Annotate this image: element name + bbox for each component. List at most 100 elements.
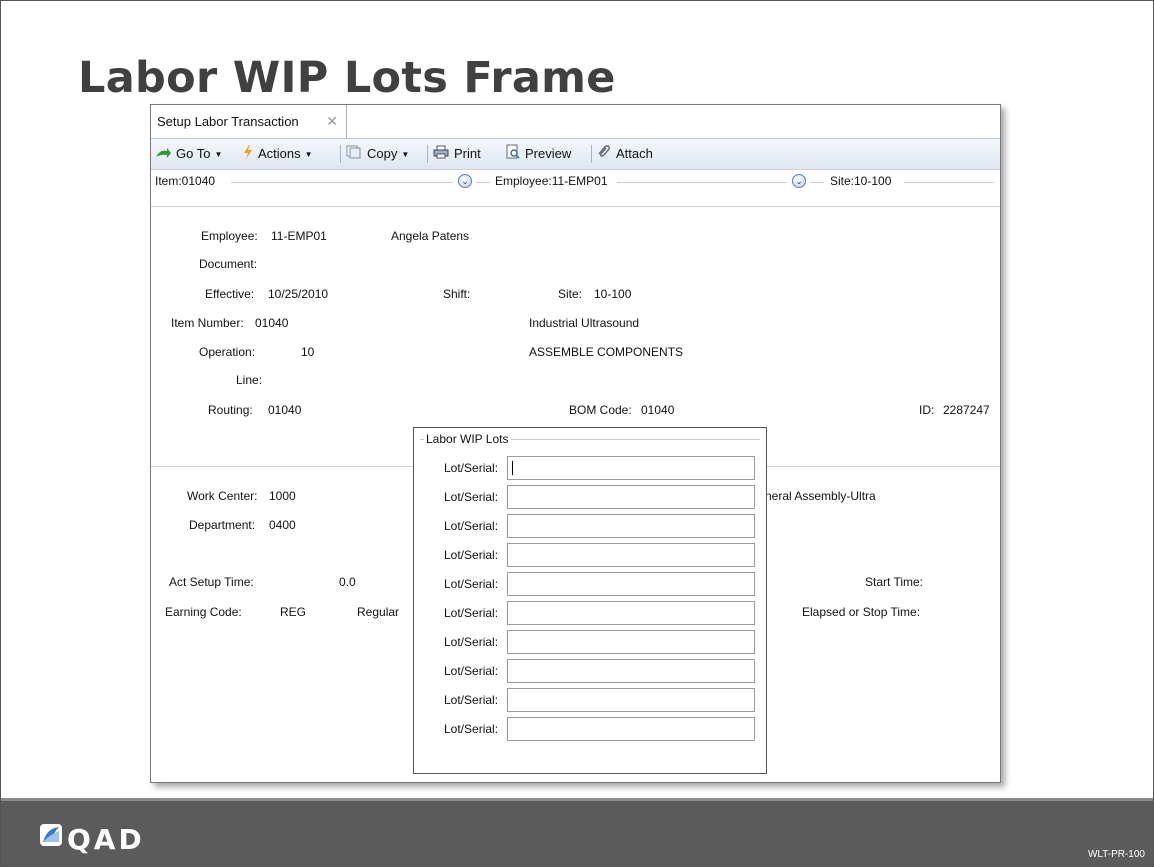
routing-value[interactable]: 01040 <box>268 403 301 417</box>
slide-title: Labor WIP Lots Frame <box>78 53 616 103</box>
text-cursor <box>512 461 513 475</box>
lot-serial-row: Lot/Serial: <box>414 543 766 567</box>
act-setup-time-value[interactable]: 0.0 <box>339 575 356 589</box>
site-filter: Site:10-100 <box>830 174 892 188</box>
copy-icon <box>346 140 362 170</box>
start-time-label: Start Time: <box>865 575 924 589</box>
filter-line <box>476 182 490 183</box>
work-center-label: Work Center: <box>187 489 258 503</box>
labor-wip-lots-frame: Labor WIP Lots Lot/Serial: Lot/Serial: L… <box>413 427 767 774</box>
lightning-icon <box>243 140 253 170</box>
shift-label: Shift: <box>443 287 471 301</box>
item-number-label: Item Number: <box>171 316 244 330</box>
site-value[interactable]: 10-100 <box>594 287 631 301</box>
act-setup-time-label: Act Setup Time: <box>169 575 254 589</box>
dropdown-arrow-icon: ▼ <box>214 149 223 159</box>
item-number-value[interactable]: 01040 <box>255 316 288 330</box>
site-label: Site: <box>558 287 583 301</box>
filter-line <box>904 182 994 183</box>
operation-value[interactable]: 10 <box>301 345 314 359</box>
lot-serial-row: Lot/Serial: <box>414 717 766 741</box>
lot-serial-input[interactable] <box>507 543 755 567</box>
preview-icon <box>506 140 520 170</box>
lot-serial-input[interactable] <box>507 601 755 625</box>
paperclip-icon <box>597 140 611 170</box>
routing-label: Routing: <box>208 403 253 417</box>
earning-code-description: Regular <box>357 605 400 619</box>
lot-serial-input[interactable] <box>507 485 755 509</box>
brand-name: QAD <box>67 823 145 856</box>
printer-icon <box>433 140 449 170</box>
toolbar-separator <box>340 145 341 163</box>
employee-label: Employee: <box>201 229 258 243</box>
lot-serial-label: Lot/Serial: <box>444 519 499 533</box>
filter-line <box>617 182 787 183</box>
item-description: Industrial Ultrasound <box>529 316 640 330</box>
lot-serial-row: Lot/Serial: <box>414 514 766 538</box>
work-center-value[interactable]: 1000 <box>269 489 296 503</box>
bom-code-label: BOM Code: <box>569 403 632 417</box>
lot-serial-label: Lot/Serial: <box>444 548 499 562</box>
lot-serial-row: Lot/Serial: <box>414 456 766 480</box>
attach-button[interactable]: Attach <box>597 139 653 169</box>
toolbar-separator <box>591 145 592 163</box>
bom-code-value[interactable]: 01040 <box>641 403 674 417</box>
work-center-description: neral Assembly-Ultra <box>765 489 876 503</box>
lot-serial-input[interactable] <box>507 630 755 654</box>
tab-label: Setup Labor Transaction <box>157 114 299 129</box>
actions-button[interactable]: Actions ▼ <box>243 139 313 169</box>
slide: Labor WIP Lots Frame Setup Labor Transac… <box>0 0 1154 867</box>
lot-serial-row: Lot/Serial: <box>414 485 766 509</box>
copy-button[interactable]: Copy ▼ <box>346 139 409 169</box>
employee-filter: Employee:11-EMP01 <box>495 174 608 188</box>
lot-serial-label: Lot/Serial: <box>444 664 499 678</box>
id-value: 2287247 <box>943 403 990 417</box>
dropdown-arrow-icon: ▼ <box>304 149 313 159</box>
employee-name: Angela Patens <box>391 229 470 243</box>
tab-bar: Setup Labor Transaction ✕ <box>151 105 1000 139</box>
expand-icon[interactable]: ⌄ <box>458 174 472 188</box>
lot-serial-label: Lot/Serial: <box>444 577 499 591</box>
goto-button[interactable]: Go To ▼ <box>155 139 222 169</box>
lot-serial-row: Lot/Serial: <box>414 630 766 654</box>
frame-title: Labor WIP Lots <box>424 432 511 446</box>
preview-button[interactable]: Preview <box>506 139 571 169</box>
filter-line <box>810 182 824 183</box>
line-label: Line: <box>236 373 263 387</box>
lot-serial-row: Lot/Serial: <box>414 601 766 625</box>
dropdown-arrow-icon: ▼ <box>401 149 410 159</box>
lot-serial-input[interactable] <box>507 659 755 683</box>
operation-description: ASSEMBLE COMPONENTS <box>529 345 684 359</box>
lot-serial-row: Lot/Serial: <box>414 688 766 712</box>
lot-serial-row: Lot/Serial: <box>414 572 766 596</box>
section-divider <box>151 206 1000 207</box>
lot-serial-label: Lot/Serial: <box>444 722 499 736</box>
toolbar: Go To ▼ Actions ▼ Copy ▼ Print Preview A… <box>151 139 1000 170</box>
earning-code-label: Earning Code: <box>165 605 242 619</box>
close-icon[interactable]: ✕ <box>326 105 338 138</box>
lot-serial-input[interactable] <box>507 688 755 712</box>
department-label: Department: <box>189 518 256 532</box>
footer-bar <box>1 801 1153 866</box>
tab-setup-labor-transaction[interactable]: Setup Labor Transaction ✕ <box>151 105 347 138</box>
expand-icon[interactable]: ⌄ <box>792 174 806 188</box>
lot-serial-label: Lot/Serial: <box>444 490 499 504</box>
lot-serial-row: Lot/Serial: <box>414 659 766 683</box>
lot-serial-label: Lot/Serial: <box>444 635 499 649</box>
item-filter: Item:01040 <box>155 174 216 188</box>
earning-code-value[interactable]: REG <box>280 605 306 619</box>
department-value[interactable]: 0400 <box>269 518 296 532</box>
lot-serial-input[interactable] <box>507 456 755 480</box>
filter-line <box>231 182 453 183</box>
lot-serial-input[interactable] <box>507 572 755 596</box>
employee-value[interactable]: 11-EMP01 <box>271 229 327 243</box>
id-label: ID: <box>919 403 935 417</box>
lot-serial-label: Lot/Serial: <box>444 461 499 475</box>
print-button[interactable]: Print <box>433 139 481 169</box>
lot-serial-input[interactable] <box>507 717 755 741</box>
effective-value[interactable]: 10/25/2010 <box>268 287 328 301</box>
toolbar-separator <box>427 145 428 163</box>
lot-serial-label: Lot/Serial: <box>444 606 499 620</box>
lot-serial-input[interactable] <box>507 514 755 538</box>
slide-code: WLT-PR-100 <box>1087 849 1145 860</box>
